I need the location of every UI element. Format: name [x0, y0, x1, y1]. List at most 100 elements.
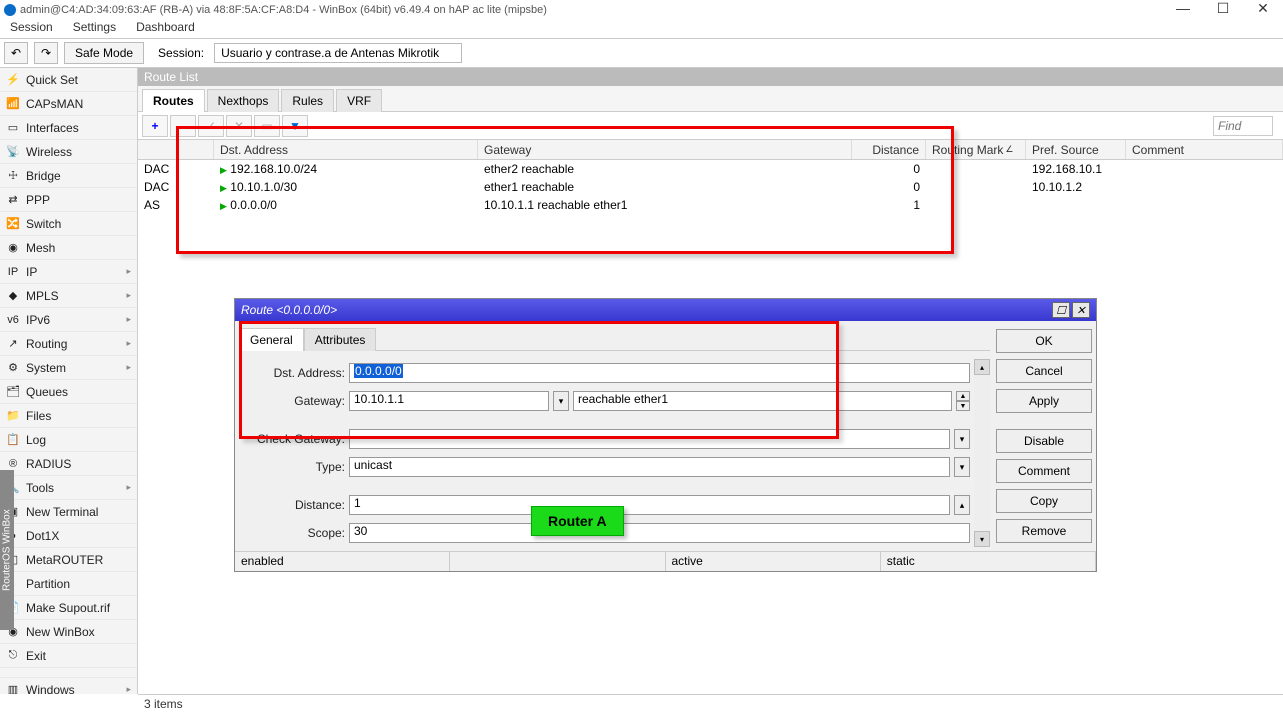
col-flags[interactable]: [138, 140, 178, 159]
sidebar: ⚡Quick Set 📶CAPsMAN ▭Interfaces 📡Wireles…: [0, 68, 138, 694]
session-label: Session:: [158, 46, 204, 60]
row-dst: ▶ 0.0.0.0/0: [214, 198, 478, 212]
row-flags: DAC: [138, 162, 178, 176]
apply-button[interactable]: Apply: [996, 389, 1092, 413]
maximize-button[interactable]: ☐: [1203, 0, 1243, 17]
cancel-button[interactable]: Cancel: [996, 359, 1092, 383]
add-button[interactable]: +: [142, 115, 168, 137]
sidebar-label: Wireless: [26, 145, 72, 159]
gateway-dropdown-button[interactable]: ▾: [553, 391, 569, 411]
close-button[interactable]: ✕: [1243, 0, 1283, 17]
col-routing-mark[interactable]: Routing Mark∠: [926, 140, 1026, 159]
redo-button[interactable]: ↷: [34, 42, 58, 64]
type-input[interactable]: unicast: [349, 457, 950, 477]
check-gateway-input[interactable]: [349, 429, 950, 449]
sidebar-item-windows[interactable]: ▥Windows▸: [0, 678, 137, 694]
sidebar-item-quickset[interactable]: ⚡Quick Set: [0, 68, 137, 92]
scroll-up-button[interactable]: ▴: [974, 359, 990, 375]
row-dst: ▶ 10.10.1.0/30: [214, 180, 478, 194]
dialog-titlebar[interactable]: Route <0.0.0.0/0> ☐ ✕: [235, 299, 1096, 321]
sidebar-item-mesh[interactable]: ◉Mesh: [0, 236, 137, 260]
disable-button[interactable]: Disable: [996, 429, 1092, 453]
minimize-button[interactable]: —: [1163, 0, 1203, 17]
sidebar-item-queues[interactable]: 🗂Queues: [0, 380, 137, 404]
copy-button[interactable]: Copy: [996, 489, 1092, 513]
sidebar-item-switch[interactable]: 🔀Switch: [0, 212, 137, 236]
tab-routes[interactable]: Routes: [142, 89, 205, 112]
sidebar-item-ipv6[interactable]: v6IPv6▸: [0, 308, 137, 332]
status-active: active: [666, 552, 881, 571]
col-indent[interactable]: [178, 140, 214, 159]
filter-button[interactable]: ▼: [282, 115, 308, 137]
enable-button[interactable]: ✓: [198, 115, 224, 137]
type-dropdown[interactable]: ▾: [954, 457, 970, 477]
ok-button[interactable]: OK: [996, 329, 1092, 353]
session-value[interactable]: Usuario y contrase.a de Antenas Mikrotik: [214, 43, 462, 63]
tab-nexthops[interactable]: Nexthops: [207, 89, 280, 112]
distance-up[interactable]: ▴: [954, 495, 970, 515]
sidebar-item-partition[interactable]: ◐Partition: [0, 572, 137, 596]
dialog-restore-button[interactable]: ☐: [1052, 302, 1070, 318]
dialog-tab-general[interactable]: General: [239, 328, 304, 351]
sidebar-label: Dot1X: [26, 529, 59, 543]
sidebar-item-tools[interactable]: 🔧Tools▸: [0, 476, 137, 500]
sidebar-item-radius[interactable]: ®RADIUS: [0, 452, 137, 476]
sidebar-label: MetaROUTER: [26, 553, 103, 567]
scroll-down-button[interactable]: ▾: [974, 531, 990, 547]
sidebar-item-dot1x[interactable]: ●Dot1X: [0, 524, 137, 548]
col-dst[interactable]: Dst. Address: [214, 140, 478, 159]
undo-button[interactable]: ↶: [4, 42, 28, 64]
sidebar-item-newwinbox[interactable]: ◉New WinBox: [0, 620, 137, 644]
sidebar-item-ip[interactable]: IPIP▸: [0, 260, 137, 284]
table-row[interactable]: AS ▶ 0.0.0.0/0 10.10.1.1 reachable ether…: [138, 196, 1283, 214]
distance-input[interactable]: 1: [349, 495, 950, 515]
sidebar-item-system[interactable]: ⚙System▸: [0, 356, 137, 380]
row-gw: 10.10.1.1 reachable ether1: [478, 198, 852, 212]
table-row[interactable]: DAC ▶ 10.10.1.0/30 ether1 reachable 0 10…: [138, 178, 1283, 196]
menu-session[interactable]: Session: [0, 20, 63, 38]
sidebar-item-ppp[interactable]: ⇄PPP: [0, 188, 137, 212]
sidebar-item-files[interactable]: 📁Files: [0, 404, 137, 428]
remove-button[interactable]: —: [170, 115, 196, 137]
col-gateway[interactable]: Gateway: [478, 140, 852, 159]
sidebar-item-interfaces[interactable]: ▭Interfaces: [0, 116, 137, 140]
sidebar-item-mpls[interactable]: ◆MPLS▸: [0, 284, 137, 308]
sidebar-item-routing[interactable]: ↗Routing▸: [0, 332, 137, 356]
router-a-badge: Router A: [531, 506, 624, 536]
dialog-tab-attributes[interactable]: Attributes: [304, 328, 377, 351]
tab-rules[interactable]: Rules: [281, 89, 334, 112]
sidebar-item-exit[interactable]: ⎋Exit: [0, 644, 137, 668]
row-dst: ▶ 192.168.10.0/24: [214, 162, 478, 176]
gateway-input[interactable]: 10.10.1.1: [349, 391, 549, 411]
find-input[interactable]: [1213, 116, 1273, 136]
comment-dlg-button[interactable]: Comment: [996, 459, 1092, 483]
check-gateway-dropdown[interactable]: ▾: [954, 429, 970, 449]
sidebar-item-supout[interactable]: 📄Make Supout.rif: [0, 596, 137, 620]
sidebar-item-terminal[interactable]: ▣New Terminal: [0, 500, 137, 524]
col-pref-source[interactable]: Pref. Source: [1026, 140, 1126, 159]
dialog-scrollbar[interactable]: ▴ ▾: [974, 359, 990, 547]
tab-vrf[interactable]: VRF: [336, 89, 382, 112]
sidebar-item-metarouter[interactable]: ◧MetaROUTER: [0, 548, 137, 572]
routing-icon: ↗: [6, 337, 20, 351]
sidebar-item-capsman[interactable]: 📶CAPsMAN: [0, 92, 137, 116]
safe-mode-button[interactable]: Safe Mode: [64, 42, 144, 64]
disable-button[interactable]: ✕: [226, 115, 252, 137]
scope-label: Scope:: [239, 526, 345, 540]
menu-dashboard[interactable]: Dashboard: [126, 20, 205, 38]
table-row[interactable]: DAC ▶ 192.168.10.0/24 ether2 reachable 0…: [138, 160, 1283, 178]
gateway-updown[interactable]: ▲▼: [956, 391, 970, 411]
comment-button[interactable]: ▭: [254, 115, 280, 137]
menu-settings[interactable]: Settings: [63, 20, 126, 38]
col-comment[interactable]: Comment: [1126, 140, 1283, 159]
sidebar-item-wireless[interactable]: 📡Wireless: [0, 140, 137, 164]
col-distance[interactable]: Distance: [852, 140, 926, 159]
dst-address-input[interactable]: 0.0.0.0/0: [349, 363, 970, 383]
sidebar-item-log[interactable]: 📋Log: [0, 428, 137, 452]
sidebar-item-bridge[interactable]: ☩Bridge: [0, 164, 137, 188]
remove-dlg-button[interactable]: Remove: [996, 519, 1092, 543]
dialog-close-button[interactable]: ✕: [1072, 302, 1090, 318]
folder-icon: 📁: [6, 409, 20, 423]
scope-input[interactable]: 30: [349, 523, 970, 543]
bridge-icon: ☩: [6, 169, 20, 183]
